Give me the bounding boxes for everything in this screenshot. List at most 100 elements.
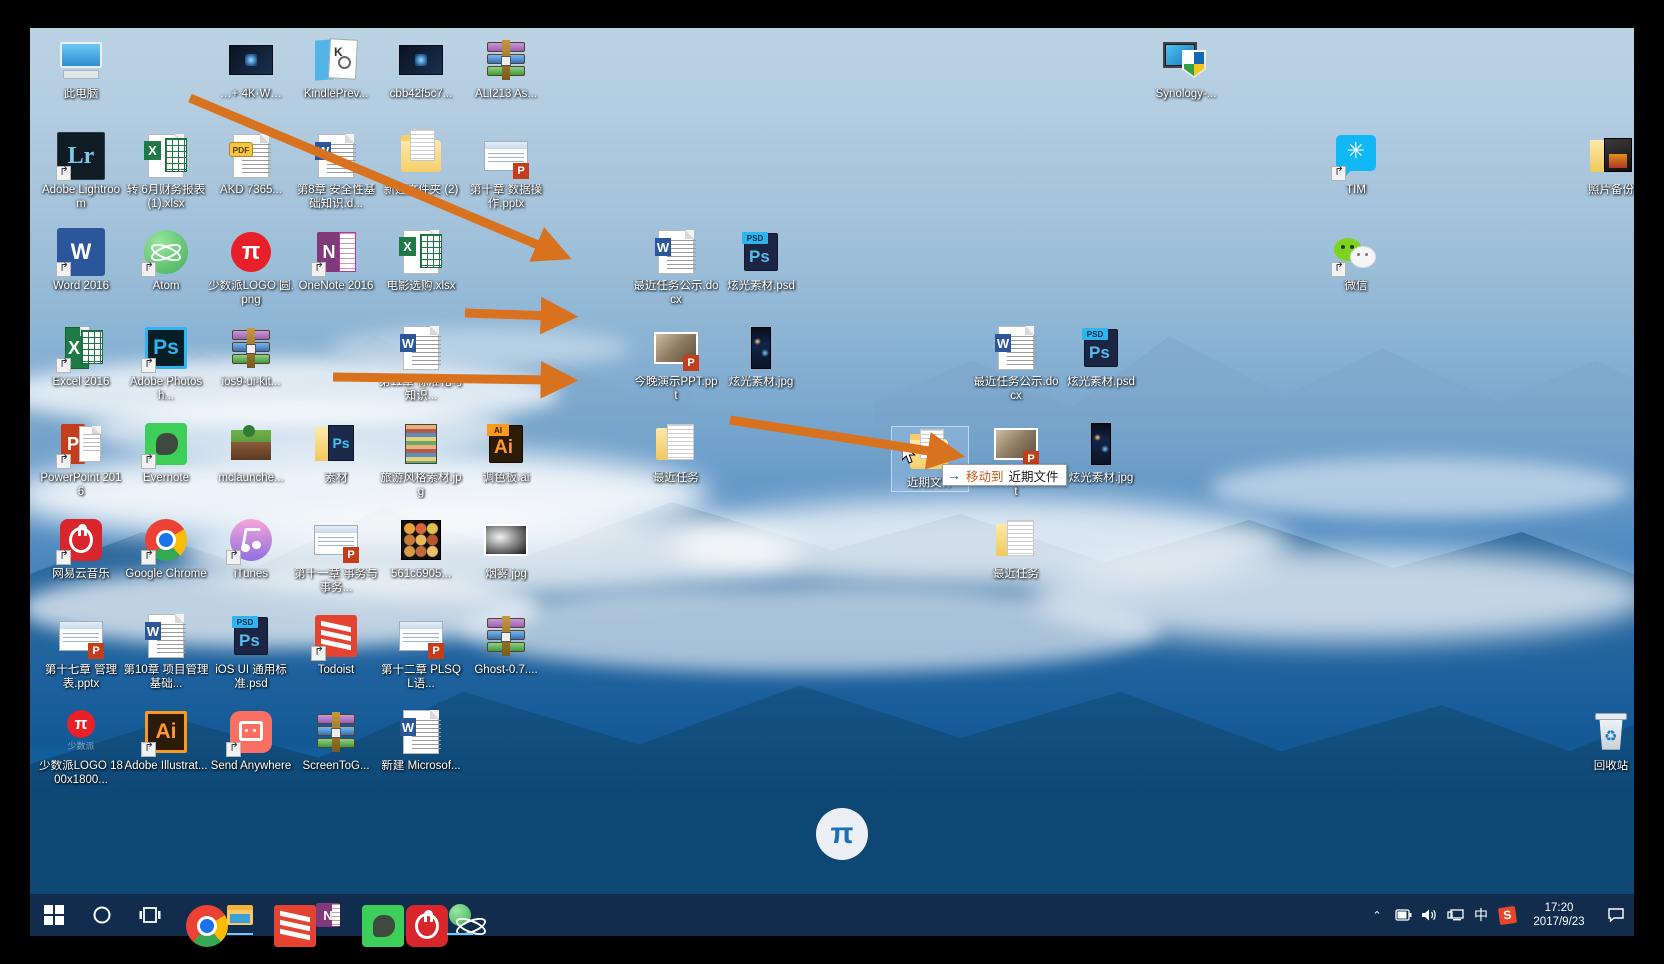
tray-volume-icon[interactable] [1416, 894, 1442, 936]
desktop-icon-ch11-standard[interactable]: W第11章 标准化与知识... [378, 324, 464, 403]
desktop-icon-glare-psd-b[interactable]: Ps PSD炫光素材.psd [1058, 324, 1144, 390]
taskbar-tb-chrome[interactable] [174, 894, 218, 936]
cortana-button[interactable] [78, 894, 126, 936]
tray-chevron-icon[interactable]: ⌃ [1364, 894, 1390, 936]
tb-onenote-icon: N [315, 902, 341, 928]
desktop-icon-movie-xlsx[interactable]: X电影选购.xlsx [378, 228, 464, 294]
desktop-icon-atom[interactable]: Atom [123, 228, 209, 294]
desktop-icon-wechat[interactable]: 微信 [1313, 228, 1399, 294]
tray-ime-icon[interactable]: 中 [1468, 894, 1494, 936]
desktop-icon-label: OneNote 2016 [293, 280, 379, 294]
desktop-icon-screentog[interactable]: ScreenToG... [293, 708, 379, 774]
taskbar-tb-todoist[interactable] [262, 894, 306, 936]
desktop-icon-ch11-affairs[interactable]: P第十一章 事务与事务... [293, 516, 379, 595]
desktop-icon-adobe-photoshop[interactable]: PsAdobe Photosh... [123, 324, 209, 403]
desktop-icon-finance-xlsx[interactable]: X转 6月财务报表 (1).xlsx [123, 132, 209, 211]
desktop-icon-send-anywhere[interactable]: Send Anywhere [208, 708, 294, 774]
desktop-icon-sucai-folder[interactable]: Ps素材 [293, 420, 379, 486]
desktop-icon-label: 第11章 标准化与知识... [378, 376, 464, 403]
desktop-icon-tonight-ppt-a[interactable]: P今晚演示PPT.ppt [633, 324, 719, 403]
desktop-icon-recent-task-folder-b[interactable]: 最近任务 [973, 516, 1059, 582]
shortcut-overlay-icon [141, 742, 156, 757]
pptx-icon: P [482, 132, 530, 180]
desktop-icon-travel-style-jpg[interactable]: 旅游风格素材.jpg [378, 420, 464, 499]
desktop-icon-recent-task-docx-a[interactable]: W最近任务公示.docx [633, 228, 719, 307]
desktop-icon-tonight-ppt-b[interactable]: P今晚演示PPT.ppt [973, 420, 1059, 499]
desktop-icon-excel-2016[interactable]: X Excel 2016 [38, 324, 124, 390]
desktop-icon-ch10-data-pptx[interactable]: P第十章 数据操作.pptx [463, 132, 549, 211]
desktop-icon-sspai-logo-1800[interactable]: π 少数派少数派LOGO 1800x1800... [38, 708, 124, 787]
tray-battery-icon[interactable] [1390, 894, 1416, 936]
desktop-icon-ch8-security[interactable]: W第8章 安全性基础知识.d... [293, 132, 379, 211]
image-icon [227, 36, 275, 84]
desktop-icon-smoke-jpg[interactable]: 烟雾.jpg [463, 516, 549, 582]
taskbar-tb-atom[interactable] [438, 894, 482, 936]
desktop-icon-glare-jpg-a[interactable]: 炫光素材.jpg [718, 324, 804, 390]
desktop-icon-new-folder-2[interactable]: 新建文件夹 (2) [378, 132, 464, 198]
taskbar-tb-evernote[interactable] [350, 894, 394, 936]
desktop-icon-kindleprev[interactable]: K KindlePrev... [293, 36, 379, 102]
arrow-2 [465, 313, 555, 316]
desktop-surface[interactable]: 此电脑 …+ 4K·W… K KindlePrev... cbb42f5c7..… [30, 28, 1634, 936]
desktop-icon-recent-task-folder-a[interactable]: 最近任务 [633, 420, 719, 486]
desktop-icon-tim[interactable]: ✳TIM [1313, 132, 1399, 198]
taskbar-tb-netease[interactable] [394, 894, 438, 936]
taskbar-tb-onenote[interactable]: N [306, 894, 350, 936]
img-dark-icon [737, 324, 785, 372]
desktop-icon-photo-backup[interactable]: 照片备份 [1568, 132, 1634, 198]
desktop-icon-ios9-ui-kit[interactable]: ios9-ui-kit... [208, 324, 294, 390]
task-view-button[interactable] [126, 894, 174, 936]
tray-network-icon[interactable] [1442, 894, 1468, 936]
desktop-icon-evernote[interactable]: Evernote [123, 420, 209, 486]
start-button[interactable] [30, 894, 78, 936]
img-smoke-icon [482, 516, 530, 564]
desktop-icon-onenote-2016[interactable]: N OneNote 2016 [293, 228, 379, 294]
desktop-icon-mclauncher[interactable]: mclaunche... [208, 420, 294, 486]
docx-icon: W [312, 132, 360, 180]
taskbar-clock[interactable]: 17:20 2017/9/23 [1520, 901, 1598, 929]
desktop-icon-label: mclaunche... [208, 472, 294, 486]
desktop-icon-google-chrome[interactable]: Google Chrome [123, 516, 209, 582]
tray-sogou-icon[interactable]: S [1494, 894, 1520, 936]
desktop-icon-label: 新建文件夹 (2) [378, 184, 464, 198]
desktop-icon-akd-7365-pdf[interactable]: PDFAKD 7365... [208, 132, 294, 198]
desktop-icon-ali213-as[interactable]: ALI213 As... [463, 36, 549, 102]
action-center-button[interactable] [1598, 894, 1634, 936]
desktop-icon-label: Adobe Lightroom [38, 184, 124, 211]
taskbar[interactable]: N ⌃ 中S 17:20 2017/9/23 [30, 894, 1634, 936]
desktop-icon-label: 网易云音乐 [38, 568, 124, 582]
app-netease-icon [57, 516, 105, 564]
desktop-icon-ch10-project[interactable]: W第10章 项目管理基础... [123, 612, 209, 691]
desktop-icon-ch17-mgmt-pptx[interactable]: P第十七章 管理表.pptx [38, 612, 124, 691]
desktop-icon-adobe-lightroom[interactable]: LrAdobe Lightroom [38, 132, 124, 211]
desktop-icon-palette-ai[interactable]: Ai AI调色板.ai [463, 420, 549, 486]
desktop-icon-synology[interactable]: Synology-... [1143, 36, 1229, 102]
desktop-icon-glare-jpg-b[interactable]: 炫光素材.jpg [1058, 420, 1144, 486]
desktop-icon-label: 最近任务 [633, 472, 719, 486]
desktop-icon-powerpoint-2016[interactable]: P PowerPoint 2016 [38, 420, 124, 499]
desktop-icon-glare-psd-a[interactable]: Ps PSD炫光素材.psd [718, 228, 804, 294]
desktop-icon-ghost-07[interactable]: Ghost-0.7.... [463, 612, 549, 678]
desktop-icon-4k-wallpaper[interactable]: …+ 4K·W… [208, 36, 294, 102]
desktop-icon-adobe-illustrator[interactable]: AiAdobe Illustrat... [123, 708, 209, 774]
desktop-icon-word-2016[interactable]: WWord 2016 [38, 228, 124, 294]
desktop-icon-new-microsoft[interactable]: W新建 Microsof... [378, 708, 464, 774]
desktop-icon-todoist[interactable]: Todoist [293, 612, 379, 678]
desktop-icon-label: 炫光素材.jpg [1058, 472, 1144, 486]
system-tray[interactable]: ⌃ 中S [1364, 894, 1520, 936]
shortcut-overlay-icon [56, 358, 71, 373]
desktop-icon-netease-music[interactable]: 网易云音乐 [38, 516, 124, 582]
rar-icon [312, 708, 360, 756]
desktop-icon-ch12-plsql[interactable]: P第十二章 PLSQL语... [378, 612, 464, 691]
desktop-icon-ios-ui-psd[interactable]: Ps PSDiOS UI 通用标准.psd [208, 612, 294, 691]
mountain-silhouette-far-left [30, 278, 690, 538]
taskbar-tb-explorer[interactable] [218, 894, 262, 936]
desktop-icon-this-pc[interactable]: 此电脑 [38, 36, 124, 102]
desktop-icon-sspai-logo-png[interactable]: π少数派LOGO 圆.png [208, 228, 294, 307]
desktop-icon-itunes[interactable]: iTunes [208, 516, 294, 582]
desktop-icon-recycle-bin[interactable]: ♻回收站 [1568, 708, 1634, 774]
desktop-icon-recent-task-docx-b[interactable]: W最近任务公示.docx [973, 324, 1059, 403]
app-ever-icon [142, 420, 190, 468]
desktop-icon-561c6905[interactable]: 561c6905... [378, 516, 464, 582]
desktop-icon-cbb42f5c7[interactable]: cbb42f5c7... [378, 36, 464, 102]
